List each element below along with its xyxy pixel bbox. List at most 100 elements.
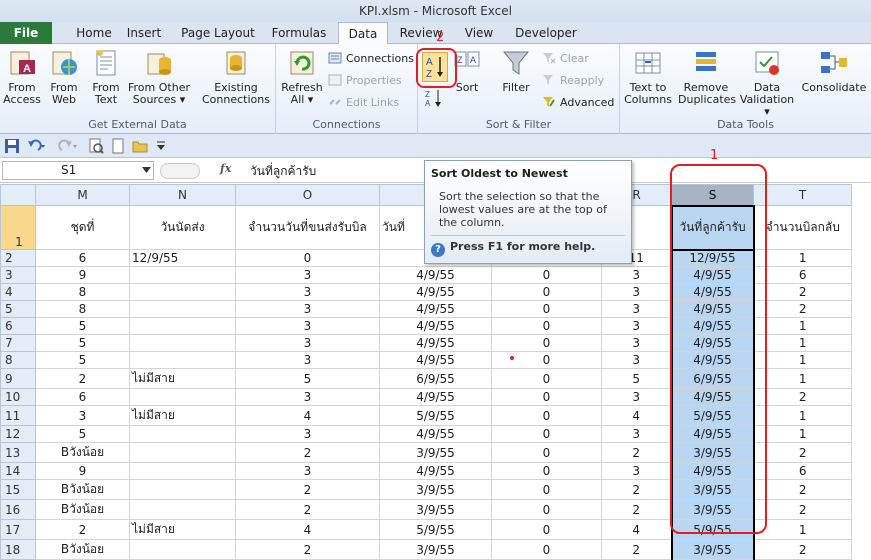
row-header[interactable]: 13 — [0, 442, 36, 463]
remove-duplicates-button[interactable]: Remove Duplicates — [678, 48, 736, 106]
cell-p[interactable]: 4/9/55 — [379, 462, 492, 480]
cell-n[interactable]: ไม่มีสาย — [129, 405, 236, 426]
cell-r[interactable]: 3 — [601, 388, 672, 406]
cell-p[interactable]: 4/9/55 — [379, 317, 492, 335]
clear-button[interactable]: Clear — [542, 51, 589, 65]
cell-q[interactable]: 0 — [491, 405, 602, 426]
formula-bar-splitter[interactable] — [160, 163, 200, 179]
cell-s[interactable]: 4/9/55 — [670, 462, 755, 480]
cell-m[interactable]: Bวังน้อย — [35, 479, 130, 500]
cell-r[interactable]: 3 — [601, 266, 672, 284]
row-header[interactable]: 3 — [0, 266, 36, 284]
row-header[interactable]: 9 — [0, 368, 36, 389]
cell-p[interactable]: 3/9/55 — [379, 479, 492, 500]
cell-t[interactable]: 6 — [753, 266, 852, 284]
cell-m[interactable]: 3 — [35, 405, 130, 426]
cell-s[interactable]: 4/9/55 — [670, 425, 755, 443]
cell-t[interactable]: 2 — [753, 499, 852, 520]
cell-r[interactable]: 4 — [601, 405, 672, 426]
header-cell-return-bills[interactable]: จำนวนบิลกลับ — [753, 205, 852, 250]
cell-n[interactable] — [129, 351, 236, 369]
from-web-button[interactable]: From Web — [44, 48, 84, 106]
cell-p[interactable]: 4/9/55 — [379, 425, 492, 443]
cell-q[interactable]: 0 — [491, 479, 602, 500]
cell-q[interactable]: 0 — [491, 539, 602, 560]
cell-p[interactable]: 6/9/55 — [379, 368, 492, 389]
cell-t[interactable]: 1 — [753, 351, 852, 369]
cell-m[interactable]: 8 — [35, 300, 130, 318]
cell-s[interactable]: 5/9/55 — [670, 405, 755, 426]
cell-o[interactable]: 3 — [235, 351, 380, 369]
advanced-button[interactable]: Advanced — [542, 95, 614, 109]
row-header[interactable]: 5 — [0, 300, 36, 318]
filter-button[interactable]: Filter — [498, 48, 534, 94]
header-cell-due-date[interactable]: วันนัดส่ง — [129, 205, 236, 250]
tab-data[interactable]: Data — [338, 22, 388, 45]
cell-m[interactable]: 5 — [35, 351, 130, 369]
cell-q[interactable]: 0 — [491, 442, 602, 463]
cell-o[interactable]: 3 — [235, 283, 380, 301]
cell-t[interactable]: 2 — [753, 539, 852, 560]
cell-n[interactable]: 12/9/55 — [129, 249, 236, 267]
name-box[interactable]: S1 — [2, 161, 154, 180]
open-folder-icon[interactable] — [132, 138, 148, 154]
cell-p[interactable]: 4/9/55 — [379, 300, 492, 318]
cell-o[interactable]: 3 — [235, 388, 380, 406]
header-cell-customer-received[interactable]: วันที่ลูกค้ารับ — [670, 204, 755, 251]
cell-o[interactable]: 3 — [235, 425, 380, 443]
tab-developer[interactable]: Developer — [510, 22, 582, 44]
row-header[interactable]: 14 — [0, 462, 36, 480]
cell-m[interactable]: 9 — [35, 462, 130, 480]
cell-q[interactable]: 0 — [491, 266, 602, 284]
cell-s[interactable]: 4/9/55 — [670, 266, 755, 284]
cell-m[interactable]: 9 — [35, 266, 130, 284]
cell-o[interactable]: 3 — [235, 334, 380, 352]
cell-q[interactable]: 0 — [491, 425, 602, 443]
redo-icon[interactable] — [58, 138, 80, 154]
cell-q[interactable]: 0 — [491, 368, 602, 389]
row-header[interactable]: 7 — [0, 334, 36, 352]
from-other-sources-button[interactable]: From Other Sources ▾ — [128, 48, 190, 106]
cell-t[interactable]: 1 — [753, 405, 852, 426]
cell-o[interactable]: 3 — [235, 266, 380, 284]
row-header[interactable]: 4 — [0, 283, 36, 301]
cell-m[interactable]: Bวังน้อย — [35, 539, 130, 560]
cell-m[interactable]: Bวังน้อย — [35, 442, 130, 463]
insert-function-icon[interactable]: fx — [220, 162, 231, 175]
reapply-button[interactable]: Reapply — [542, 73, 604, 87]
cell-n[interactable] — [129, 317, 236, 335]
data-validation-button[interactable]: Data Validation ▾ — [736, 48, 798, 118]
tab-insert[interactable]: Insert — [120, 22, 168, 44]
cell-s[interactable]: 12/9/55 — [670, 249, 755, 267]
header-cell-transport-days[interactable]: จำนวนวันที่ขนส่งรับบิล — [235, 205, 380, 250]
cell-n[interactable] — [129, 479, 236, 500]
row-header[interactable]: 2 — [0, 249, 36, 267]
cell-o[interactable]: 4 — [235, 405, 380, 426]
cell-p[interactable]: 5/9/55 — [379, 405, 492, 426]
column-header-s[interactable]: S — [671, 184, 754, 206]
row-header[interactable]: 15 — [0, 479, 36, 500]
row-header-1[interactable]: 1 — [0, 205, 36, 250]
tab-formulas[interactable]: Formulas — [266, 22, 332, 44]
cell-p[interactable]: 4/9/55 — [379, 388, 492, 406]
cell-t[interactable]: 2 — [753, 300, 852, 318]
cell-m[interactable]: 6 — [35, 388, 130, 406]
cell-r[interactable]: 2 — [601, 539, 672, 560]
cell-p[interactable]: 4/9/55 — [379, 283, 492, 301]
cell-s[interactable]: 4/9/55 — [670, 351, 755, 369]
print-preview-icon[interactable] — [88, 138, 104, 154]
tab-page-layout[interactable]: Page Layout — [176, 22, 260, 44]
sort-descending-button[interactable]: ZA — [424, 88, 446, 108]
cell-s[interactable]: 4/9/55 — [670, 334, 755, 352]
cell-s[interactable]: 4/9/55 — [670, 388, 755, 406]
cell-t[interactable]: 1 — [753, 317, 852, 335]
cell-n[interactable]: ไม่มีสาย — [129, 368, 236, 389]
cell-n[interactable] — [129, 334, 236, 352]
cell-t[interactable]: 1 — [753, 425, 852, 443]
cell-s[interactable]: 4/9/55 — [670, 300, 755, 318]
row-header[interactable]: 10 — [0, 388, 36, 406]
edit-links-button[interactable]: Edit Links — [328, 95, 399, 109]
row-header[interactable]: 18 — [0, 539, 36, 560]
cell-r[interactable]: 3 — [601, 300, 672, 318]
cell-r[interactable]: 5 — [601, 368, 672, 389]
